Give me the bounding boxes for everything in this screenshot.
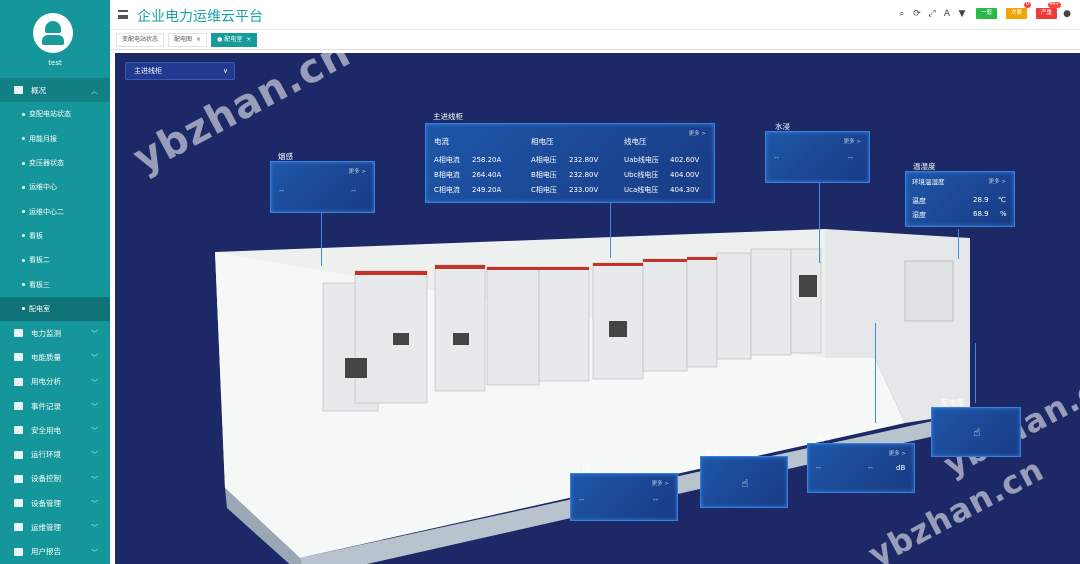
calendar-icon <box>14 402 23 410</box>
water-more-link[interactable]: 更多 > <box>844 137 861 145</box>
sub-item-board-3[interactable]: 看板三 <box>0 272 110 296</box>
app-title: 企业电力运维云平台 <box>137 9 263 25</box>
tab-bar: 变配电站状态 配电图 × ● 配电室 × <box>110 30 1080 50</box>
chevron-down-icon: ﹀ <box>91 500 98 509</box>
env-panel[interactable]: 环境温湿度 更多 > 温度 28.9 ℃ 湿度 68.9 % <box>905 171 1015 227</box>
env-more-link[interactable]: 更多 > <box>989 177 1006 185</box>
overview-icon <box>14 86 23 95</box>
toolbar: ⌕ ⟳ ⤢ A ▼ 一般 次要 0 严重 99+ ● <box>897 2 1072 19</box>
scene-stage: ybzhan.cn ybzhan.cn ybzhan.cn 主进线柜∨ 烟感 更… <box>115 53 1080 564</box>
top-bar: 企业电力运维云平台 ⌕ ⟳ ⤢ A ▼ 一般 次要 0 严重 99+ ● <box>110 0 1080 30</box>
alarm-icon <box>14 426 23 435</box>
tab-distribution-room[interactable]: ● 配电室 × <box>211 32 258 47</box>
chevron-down-icon: ﹀ <box>91 402 98 411</box>
control-icon <box>14 474 23 483</box>
avatar[interactable] <box>33 13 73 53</box>
tab-diagram[interactable]: 配电图 × <box>168 32 208 47</box>
user-name: test <box>48 59 62 67</box>
alarm-severe-badge[interactable]: 严重 99+ <box>1035 2 1061 19</box>
sidebar: test 概况 ︿ 变配电站状态 用能月报 变压器状态 运维中心 运维中心二 看板… <box>0 0 110 564</box>
close-icon: × <box>246 35 252 43</box>
globe-icon <box>14 329 23 338</box>
hand-pointer-icon: ☝ <box>973 426 981 439</box>
nav-item-device-management[interactable]: 设备管理 ﹀ <box>0 491 110 515</box>
cabinet-select[interactable]: 主进线柜 ∨ <box>125 62 235 80</box>
font-size-icon[interactable]: A <box>942 9 952 19</box>
chevron-down-icon: ﹀ <box>91 524 98 533</box>
camera-panel[interactable]: ☝ <box>700 456 788 508</box>
environment-icon <box>14 450 23 459</box>
grid-icon <box>14 523 23 532</box>
main-cabinet-panel[interactable]: 更多 > 电流 A相电流 258.20A B相电流 264.40A C相电流 249.… <box>425 123 715 203</box>
user-icon[interactable]: ● <box>1062 9 1072 19</box>
nav-item-environment[interactable]: 运行环境 ﹀ <box>0 442 110 466</box>
chevron-down-icon: ﹀ <box>91 378 98 387</box>
smoke-more-link[interactable]: 更多 > <box>349 167 366 175</box>
menu-icon[interactable] <box>118 10 128 19</box>
edit-icon <box>14 547 23 556</box>
nav-item-overview[interactable]: 概况 ︿ <box>0 78 110 103</box>
nav-item-usage-analysis[interactable]: 用电分析 ﹀ <box>0 370 110 394</box>
chevron-down-icon: ﹀ <box>91 427 98 436</box>
sub-item-transformer-status[interactable]: 变压器状态 <box>0 151 110 175</box>
sub-item-monthly-report[interactable]: 用能月报 <box>0 127 110 151</box>
chevron-down-icon: ﹀ <box>91 354 98 363</box>
chevron-down-icon: ﹀ <box>91 451 98 460</box>
noise-more-link[interactable]: 更多 > <box>889 449 906 457</box>
bar-chart-icon <box>14 377 23 386</box>
sub-item-ops-center-2[interactable]: 运维中心二 <box>0 199 110 223</box>
nav-item-power-quality[interactable]: 电能质量 ﹀ <box>0 345 110 369</box>
nav-item-ops-management[interactable]: 运维管理 ﹀ <box>0 515 110 539</box>
sub-item-ops-center[interactable]: 运维中心 <box>0 175 110 199</box>
tab-station-status[interactable]: 变配电站状态 <box>116 32 165 47</box>
sub-item-station-status[interactable]: 变配电站状态 <box>0 102 110 126</box>
alarm-normal-badge[interactable]: 一般 <box>975 8 997 19</box>
sub-item-distribution-room[interactable]: 配电室 <box>0 296 110 321</box>
diagram-panel[interactable]: ☝ <box>931 407 1021 457</box>
main-cabinet-title: 主进线柜 <box>433 112 463 121</box>
water-panel[interactable]: 更多 > -- -- <box>765 131 870 183</box>
nav-item-safety[interactable]: 安全用电 ﹀ <box>0 418 110 442</box>
theme-icon[interactable]: ▼ <box>957 9 967 19</box>
search-icon[interactable]: ⌕ <box>897 9 907 19</box>
chevron-up-icon: ︿ <box>91 87 98 95</box>
door-panel[interactable]: 更多 > -- -- <box>570 473 678 521</box>
nav-item-event-log[interactable]: 事件记录 ﹀ <box>0 394 110 418</box>
sub-item-board-2[interactable]: 看板二 <box>0 248 110 272</box>
smoke-panel[interactable]: 更多 > -- -- <box>270 161 375 213</box>
nav-item-device-control[interactable]: 设备控制 ﹀ <box>0 467 110 491</box>
close-icon: × <box>196 35 202 43</box>
fullscreen-icon[interactable]: ⤢ <box>927 9 937 19</box>
sub-item-board[interactable]: 看板 <box>0 224 110 248</box>
chevron-down-icon: ∨ <box>222 67 228 75</box>
door-more-link[interactable]: 更多 > <box>652 479 669 487</box>
device-icon <box>14 499 23 508</box>
folder-icon <box>14 353 23 362</box>
alarm-secondary-badge[interactable]: 次要 0 <box>1005 2 1031 19</box>
noise-panel[interactable]: 更多 > -- -- dB <box>807 443 915 493</box>
hand-pointer-icon: ☝ <box>741 477 749 490</box>
refresh-icon[interactable]: ⟳ <box>912 9 922 19</box>
chevron-down-icon: ﹀ <box>91 548 98 557</box>
nav-item-user-report[interactable]: 用户报告 ﹀ <box>0 540 110 564</box>
nav-item-power-monitor[interactable]: 电力监测 ﹀ <box>0 321 110 345</box>
chevron-down-icon: ﹀ <box>91 329 98 338</box>
chevron-down-icon: ﹀ <box>91 475 98 484</box>
nav-menu: 概况 ︿ 变配电站状态 用能月报 变压器状态 运维中心 运维中心二 看板 看板二 … <box>0 78 110 564</box>
